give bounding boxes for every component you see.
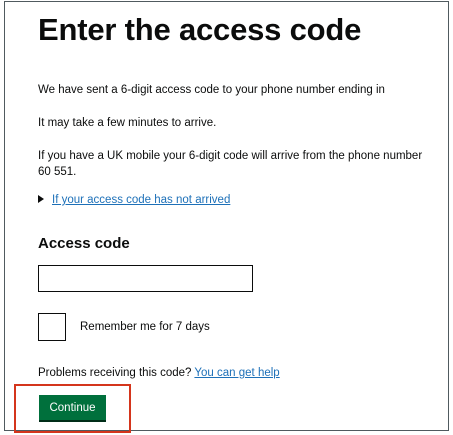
help-prefix-text: Problems receiving this code? [38, 367, 192, 379]
remember-me-checkbox[interactable] [38, 313, 66, 341]
help-line: Problems receiving this code? You can ge… [38, 365, 280, 381]
arrival-paragraph: It may take a few minutes to arrive. [38, 117, 217, 129]
uk-mobile-paragraph: If you have a UK mobile your 6-digit cod… [38, 150, 423, 162]
code-not-arrived-details[interactable]: If your access code has not arrived [38, 192, 230, 208]
intro-paragraph: We have sent a 6-digit access code to yo… [38, 84, 385, 96]
phone-number-text: 60 551. [38, 166, 77, 178]
get-help-link[interactable]: You can get help [194, 367, 279, 379]
access-code-input[interactable] [38, 265, 253, 292]
continue-button[interactable]: Continue [39, 395, 106, 422]
remember-me-label[interactable]: Remember me for 7 days [80, 319, 210, 335]
access-code-label: Access code [38, 235, 130, 252]
triangle-right-icon [38, 195, 44, 203]
page-title: Enter the access code [38, 12, 362, 47]
details-summary-link[interactable]: If your access code has not arrived [52, 194, 230, 206]
